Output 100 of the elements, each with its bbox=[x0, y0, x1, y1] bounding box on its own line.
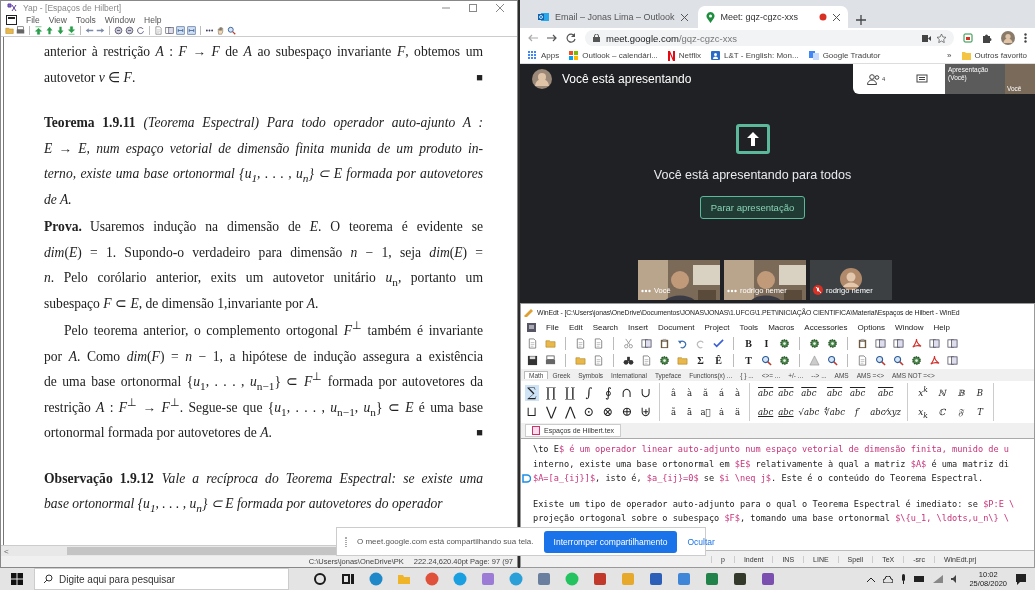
app-icon[interactable] bbox=[593, 572, 607, 586]
stop-presenting-button[interactable]: Parar apresentação bbox=[699, 196, 806, 219]
menu-item[interactable]: Help bbox=[933, 323, 950, 332]
symbol-button[interactable]: ⋁ bbox=[544, 403, 558, 420]
gear-icon[interactable] bbox=[659, 355, 670, 366]
symbol-button[interactable]: f′ bbox=[849, 403, 866, 420]
fit-icon[interactable] bbox=[187, 26, 196, 35]
reload-icon[interactable] bbox=[566, 33, 576, 43]
symbol-button[interactable]: abc bbox=[870, 384, 901, 401]
pages-icon[interactable] bbox=[947, 355, 958, 366]
symbol-button[interactable]: abc bbox=[758, 403, 774, 420]
menu-item[interactable]: Window bbox=[895, 323, 924, 332]
browser-tab[interactable]: Email – Jonas Lima – Outlook bbox=[530, 6, 696, 28]
pages-icon[interactable] bbox=[641, 338, 652, 349]
toolbar-button[interactable]: I bbox=[761, 338, 772, 349]
symbol-button[interactable]: ℂ bbox=[935, 403, 949, 420]
binoculars-icon[interactable] bbox=[623, 355, 634, 366]
menu-item[interactable]: Tools bbox=[739, 323, 759, 332]
page-icon[interactable] bbox=[575, 338, 586, 349]
arrow-right-icon[interactable] bbox=[96, 26, 105, 35]
menu-item[interactable]: Search bbox=[592, 323, 619, 332]
arrow-bottom-icon[interactable] bbox=[67, 26, 76, 35]
symbol-button[interactable]: abc bbox=[758, 384, 774, 401]
symbol-button[interactable]: ∑ bbox=[525, 384, 539, 401]
more-menu-icon[interactable] bbox=[1024, 33, 1027, 43]
bookmark[interactable]: Google Tradutor bbox=[808, 51, 881, 60]
gear-icon[interactable] bbox=[827, 338, 838, 349]
symbol-button[interactable]: abc bbox=[778, 403, 794, 420]
page-icon[interactable] bbox=[593, 355, 604, 366]
symbol-button[interactable]: ∐ bbox=[563, 384, 577, 401]
bookmark[interactable]: Apps bbox=[528, 51, 560, 60]
symbol-button[interactable]: à bbox=[684, 384, 695, 401]
address-bar[interactable]: meet.google.com/gqz-cgzc-xxs bbox=[585, 30, 954, 46]
hand-icon[interactable] bbox=[216, 26, 225, 35]
pages-icon[interactable] bbox=[929, 338, 940, 349]
notifications-icon[interactable] bbox=[1015, 573, 1027, 585]
ring-icon[interactable] bbox=[313, 572, 327, 586]
symbol-button[interactable]: ā bbox=[684, 403, 695, 420]
pages-icon[interactable] bbox=[875, 338, 886, 349]
close-icon[interactable] bbox=[832, 13, 840, 21]
symbol-button[interactable]: ⊗ bbox=[601, 403, 615, 420]
search-field[interactable]: Digite aqui para pesquisar bbox=[34, 568, 289, 590]
refresh-icon[interactable] bbox=[136, 26, 145, 35]
bookmark-folder[interactable]: Outros favorito bbox=[961, 51, 1027, 60]
symbol-button[interactable]: ∏ bbox=[544, 384, 558, 401]
symbol-button[interactable]: ä bbox=[732, 403, 743, 420]
acrobat-icon[interactable] bbox=[929, 355, 940, 366]
pages-icon[interactable] bbox=[893, 338, 904, 349]
symbol-button[interactable]: x$_{k}$ bbox=[916, 403, 930, 420]
pages-icon[interactable] bbox=[947, 338, 958, 349]
new-tab-icon[interactable] bbox=[855, 15, 866, 25]
symbol-button[interactable]: B bbox=[973, 384, 987, 401]
cloud-icon[interactable] bbox=[883, 575, 894, 583]
scroll-left-arrow[interactable]: < bbox=[1, 546, 12, 556]
symbol-button[interactable]: a⃗ bbox=[700, 403, 711, 420]
star-icon[interactable] bbox=[937, 33, 946, 43]
bookmark[interactable]: Outlook – calendári... bbox=[569, 51, 658, 60]
more-bookmarks[interactable]: » bbox=[947, 51, 952, 60]
close-icon[interactable] bbox=[680, 13, 688, 21]
arrow-top-icon[interactable] bbox=[34, 26, 43, 35]
gear-icon[interactable] bbox=[911, 355, 922, 366]
acrobat-icon[interactable] bbox=[911, 338, 922, 349]
zoom-in-icon[interactable] bbox=[114, 26, 123, 35]
toolbar-button[interactable]: B bbox=[743, 338, 754, 349]
forward-arrow-icon[interactable] bbox=[547, 33, 557, 43]
symbol-button[interactable]: abc bbox=[778, 384, 794, 401]
gear-icon[interactable] bbox=[809, 338, 820, 349]
app-icon[interactable] bbox=[761, 572, 775, 586]
windows-start-icon[interactable] bbox=[11, 573, 23, 585]
fit-icon[interactable] bbox=[176, 26, 185, 35]
page-icon[interactable] bbox=[593, 338, 604, 349]
bookmark[interactable]: L&T - English: Mon... bbox=[711, 51, 799, 60]
symbol-button[interactable]: ⊙ bbox=[582, 403, 596, 420]
menu-item[interactable]: Accessories bbox=[804, 323, 848, 332]
symbol-button[interactable]: √abc bbox=[798, 403, 820, 420]
page-icon[interactable] bbox=[527, 338, 538, 349]
chevron-up-icon[interactable] bbox=[867, 576, 876, 582]
menu-item[interactable]: Insert bbox=[628, 323, 649, 332]
symbol-button[interactable]: 𝔹 bbox=[954, 384, 968, 401]
gear-icon[interactable] bbox=[779, 355, 790, 366]
menu-item[interactable]: Macros bbox=[768, 323, 795, 332]
symbol-button[interactable]: ∫ bbox=[582, 384, 596, 401]
avatar-icon[interactable] bbox=[1001, 31, 1015, 45]
symbol-button[interactable]: abc bbox=[824, 384, 845, 401]
menu-item[interactable]: Project bbox=[704, 323, 730, 332]
symbol-button[interactable]: x$^{k}$ bbox=[916, 384, 930, 401]
arrow-left-icon[interactable] bbox=[85, 26, 94, 35]
symbol-button[interactable]: abc⁄xyz bbox=[870, 403, 901, 420]
symbol-button[interactable]: ∩ bbox=[620, 384, 634, 401]
toolbar-button[interactable]: Σ bbox=[695, 355, 706, 366]
symbol-button[interactable]: à bbox=[732, 384, 743, 401]
symbol-button[interactable]: abc bbox=[798, 384, 820, 401]
symbol-button[interactable]: ⋀ bbox=[563, 403, 577, 420]
magnifier-icon[interactable] bbox=[893, 355, 904, 366]
stop-sharing-button[interactable]: Interromper compartilhamento bbox=[543, 530, 678, 553]
hide-link[interactable]: Ocultar bbox=[687, 536, 715, 547]
microphone-icon[interactable] bbox=[901, 574, 907, 584]
menu-item[interactable]: View bbox=[48, 14, 67, 25]
symbol-button[interactable]: T bbox=[973, 403, 987, 420]
symbol-button[interactable]: ℕ bbox=[935, 384, 949, 401]
